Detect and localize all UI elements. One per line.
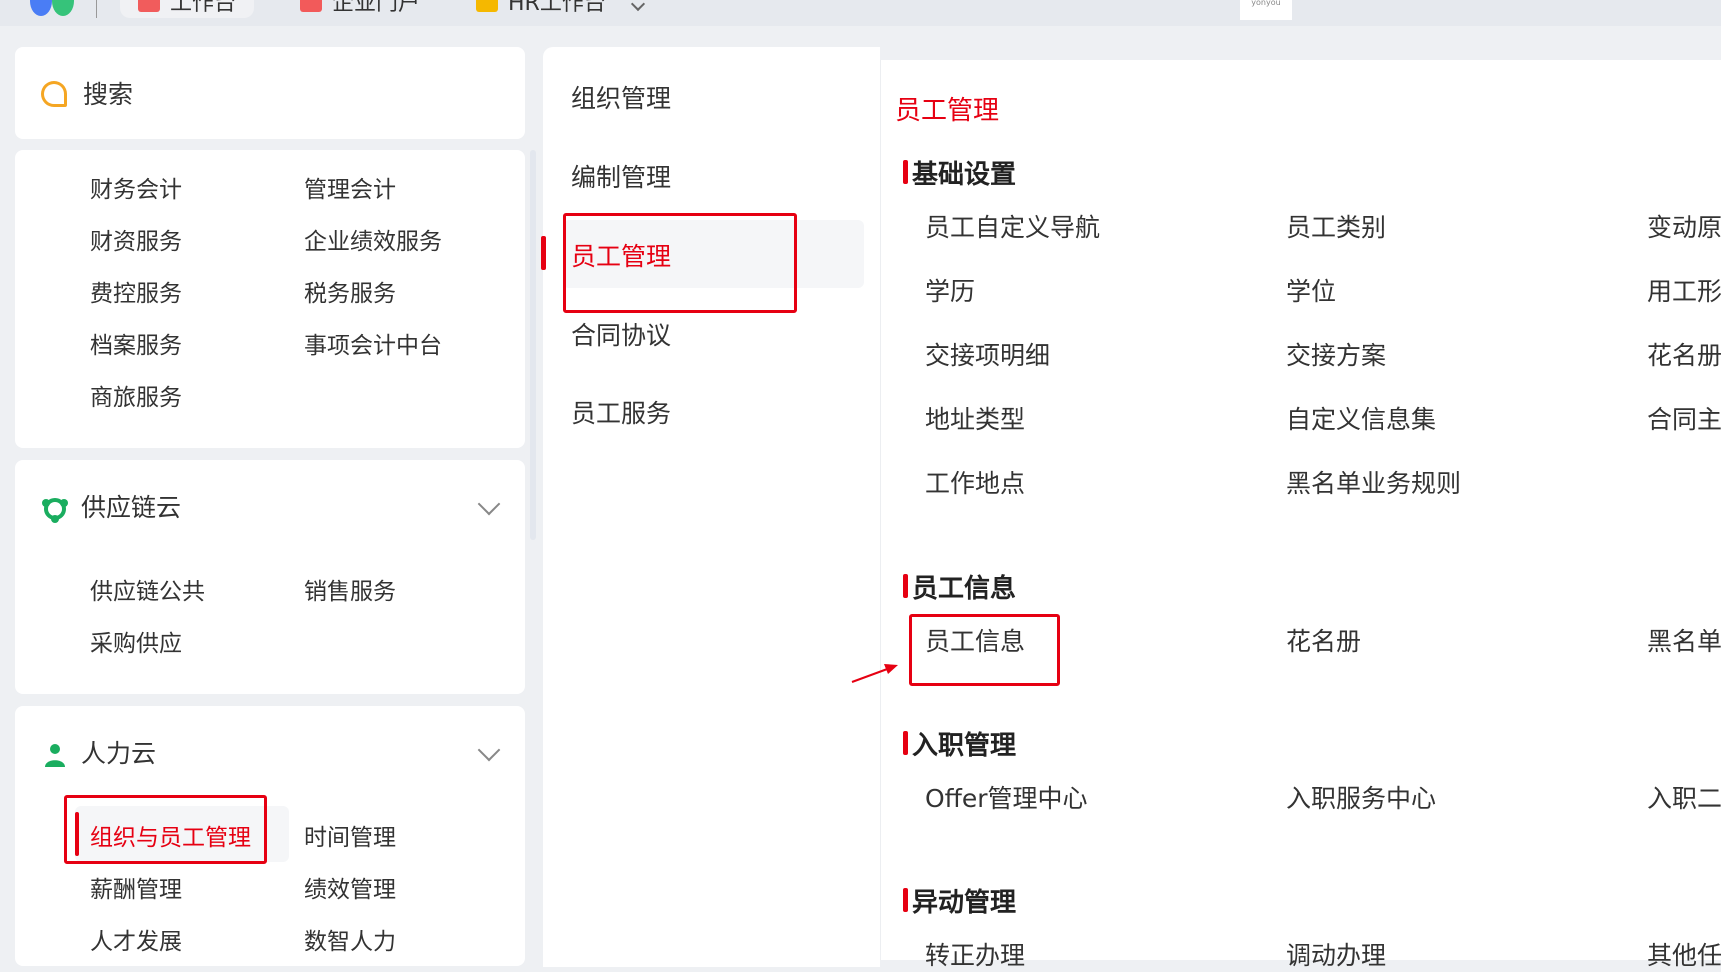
menu-item[interactable]: 税务服务 (304, 274, 396, 308)
section-title: 基础设置 (902, 154, 1016, 191)
brand-text: yonyou (1251, 0, 1281, 7)
menu-item[interactable]: 财资服务 (90, 222, 182, 256)
tab-hr-workbench[interactable]: HR工作台 (458, 0, 661, 18)
link-item[interactable]: 花名册 (1647, 336, 1721, 372)
content-title: 员工管理 (895, 96, 1000, 126)
chevron-down-icon[interactable] (477, 738, 501, 762)
menu-item[interactable]: 事项会计中台 (304, 326, 442, 360)
hr-cloud-title: 人力云 (81, 739, 157, 768)
menu-item[interactable]: 采购供应 (90, 624, 182, 658)
chevron-down-icon[interactable] (477, 492, 501, 516)
menu-item[interactable]: 人才发展 (90, 922, 182, 956)
link-item[interactable]: 自定义信息集 (1286, 400, 1436, 436)
link-item[interactable]: 员工类别 (1286, 208, 1386, 244)
menu-item[interactable]: 商旅服务 (90, 378, 182, 412)
tab-label: HR工作台 (508, 0, 606, 16)
middle-menu-item[interactable]: 编制管理 (571, 158, 671, 194)
top-bar: 工作台 企业门户 HR工作台 yonyou (0, 0, 1721, 26)
brand-logo: yonyou (1240, 0, 1292, 20)
menu-item[interactable]: 管理会计 (304, 170, 396, 204)
link-item[interactable]: 学位 (1286, 272, 1336, 308)
supply-chain-header[interactable]: 供应链云 (41, 488, 181, 524)
link-item[interactable]: 转正办理 (925, 936, 1025, 972)
link-item[interactable]: 黑名单业务规则 (1286, 464, 1461, 500)
highlight-box (909, 614, 1060, 686)
app-logo (30, 0, 78, 16)
menu-item[interactable]: 供应链公共 (90, 572, 205, 606)
section-title: 异动管理 (902, 882, 1016, 919)
tab-label: 企业门户 (332, 0, 421, 16)
menu-item[interactable]: 数智人力 (304, 922, 396, 956)
link-item[interactable]: 员工自定义导航 (925, 208, 1100, 244)
menu-item[interactable]: 档案服务 (90, 326, 182, 360)
menu-item[interactable]: 企业绩效服务 (304, 222, 442, 256)
tab-workbench[interactable]: 工作台 (120, 0, 255, 18)
link-item[interactable]: 变动原 (1647, 208, 1721, 244)
chevron-down-icon (630, 0, 645, 12)
finance-card: 财务会计 管理会计 财资服务 企业绩效服务 费控服务 税务服务 档案服务 事项会… (15, 150, 525, 448)
link-item[interactable]: Offer管理中心 (925, 779, 1088, 815)
highlight-box (563, 213, 797, 313)
section-title: 员工信息 (902, 568, 1016, 605)
active-indicator (541, 236, 546, 270)
search-icon (41, 81, 67, 107)
link-item[interactable]: 交接方案 (1286, 336, 1386, 372)
person-icon (45, 744, 65, 767)
supply-chain-icon (42, 498, 68, 523)
scrollbar[interactable] (530, 150, 536, 540)
menu-item[interactable]: 薪酬管理 (90, 870, 182, 904)
menu-item[interactable]: 费控服务 (90, 274, 182, 308)
highlight-box (64, 795, 267, 864)
middle-menu-item[interactable]: 组织管理 (571, 79, 671, 115)
menu-item[interactable]: 绩效管理 (304, 870, 396, 904)
hr-workbench-icon (476, 0, 498, 12)
hr-cloud-header[interactable]: 人力云 (41, 734, 156, 770)
link-item[interactable]: 用工形 (1647, 272, 1721, 308)
search-label: 搜索 (83, 80, 134, 109)
tab-label: 工作台 (170, 0, 237, 16)
menu-item[interactable]: 销售服务 (304, 572, 396, 606)
supply-chain-title: 供应链云 (81, 493, 182, 522)
link-item[interactable]: 其他任 (1647, 936, 1721, 972)
menu-item[interactable]: 时间管理 (304, 818, 396, 852)
link-item[interactable]: 地址类型 (925, 400, 1025, 436)
tab-portal[interactable]: 企业门户 (282, 0, 438, 18)
supply-chain-card: 供应链云 供应链公共 销售服务 采购供应 (15, 460, 525, 694)
content-panel (881, 60, 1721, 960)
link-item[interactable]: 入职服务中心 (1286, 779, 1436, 815)
search-box[interactable]: 搜索 (15, 47, 525, 139)
link-item[interactable]: 合同主 (1647, 400, 1721, 436)
link-item[interactable]: 工作地点 (925, 464, 1025, 500)
link-item[interactable]: 黑名单 (1647, 622, 1721, 658)
link-item[interactable]: 学历 (925, 272, 975, 308)
arrow-icon (851, 664, 898, 683)
link-item[interactable]: 入职二 (1647, 779, 1721, 815)
link-item[interactable]: 花名册 (1286, 622, 1361, 658)
portal-icon (300, 0, 322, 12)
middle-menu-item[interactable]: 员工服务 (571, 394, 671, 430)
workbench-icon (138, 0, 160, 12)
topbar-divider (96, 0, 97, 18)
menu-item[interactable]: 财务会计 (90, 170, 182, 204)
section-title: 入职管理 (902, 725, 1016, 762)
link-item[interactable]: 调动办理 (1286, 936, 1386, 972)
middle-menu-item[interactable]: 合同协议 (571, 316, 671, 352)
link-item[interactable]: 交接项明细 (925, 336, 1050, 372)
